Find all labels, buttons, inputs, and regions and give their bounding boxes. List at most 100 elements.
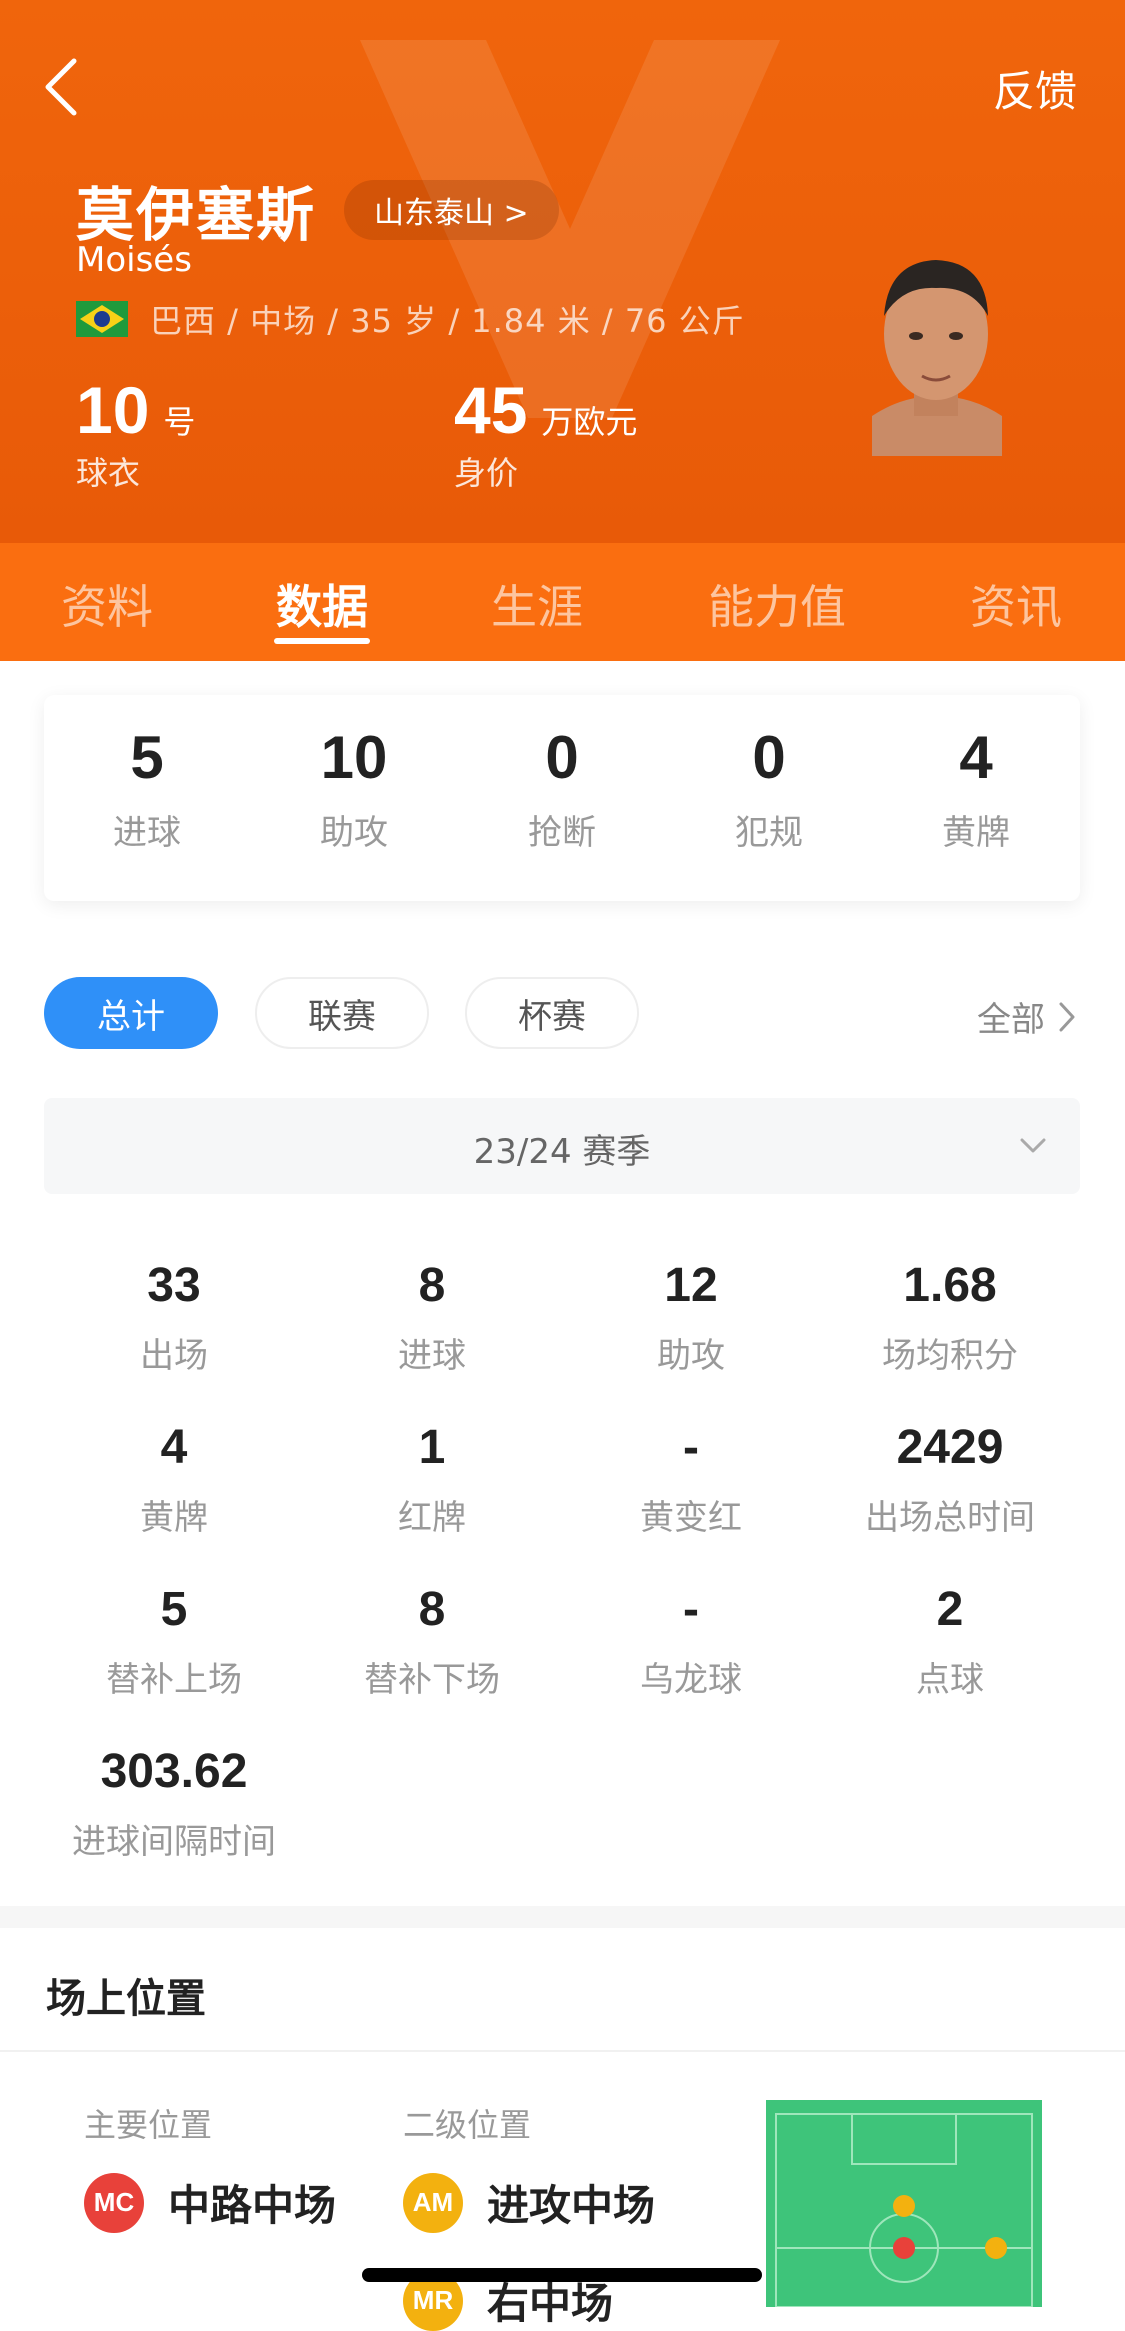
chevron-down-icon [1020, 1138, 1046, 1153]
stat-label: 进球 [398, 1336, 466, 1376]
market-value: 45 万欧元 [454, 372, 637, 448]
stat-penalties: 2 点球 [820, 1582, 1080, 1701]
tab-profile[interactable]: 资料 [61, 571, 153, 637]
stat-yellow-cards: 4 黄牌 [44, 1420, 304, 1539]
club-link[interactable]: 山东泰山 > [344, 180, 559, 240]
market-value-caption: 身价 [454, 454, 519, 492]
filter-total[interactable]: 总计 [44, 977, 218, 1049]
summary-label: 助攻 [320, 813, 388, 853]
jersey-number-value: 10 [76, 373, 150, 447]
tab-bar: 资料 数据 生涯 能力值 资讯 [0, 543, 1125, 661]
stat-value: 2 [936, 1583, 964, 1636]
jersey-caption: 球衣 [76, 454, 141, 492]
stat-value: 12 [664, 1259, 718, 1312]
stat-label: 黄变红 [640, 1498, 742, 1538]
summary-label: 抢断 [528, 813, 596, 853]
summary-card: 5 进球 10 助攻 0 抢断 0 犯规 4 黄牌 [44, 695, 1080, 901]
player-header: 反馈 莫伊塞斯 山东泰山 > Moisés 巴西 / 中场 / 35 岁 / 1… [0, 0, 1125, 543]
all-label: 全部 [977, 1000, 1045, 1040]
summary-label: 进球 [113, 813, 181, 853]
summary-label: 犯规 [735, 813, 803, 853]
stat-label: 场均积分 [882, 1336, 1018, 1376]
stat-value: - [683, 1583, 699, 1636]
back-button[interactable] [30, 52, 90, 122]
secondary-position-header: 二级位置 [403, 2106, 532, 2144]
stat-value: 2429 [896, 1421, 1004, 1474]
filter-cup[interactable]: 杯赛 [465, 977, 639, 1049]
position-badge: MC [84, 2172, 144, 2233]
stat-label: 出场总时间 [865, 1498, 1035, 1538]
summary-value: 4 [959, 724, 993, 791]
position-dot-mr [985, 2237, 1007, 2259]
stat-own-goals: - 乌龙球 [561, 1582, 821, 1701]
stat-second-yellow: - 黄变红 [561, 1420, 821, 1539]
secondary-position-am: AM 进攻中场 [403, 2172, 655, 2233]
player-bio: 巴西 / 中场 / 35 岁 / 1.84 米 / 76 公斤 [76, 296, 745, 342]
stat-label: 乌龙球 [640, 1660, 742, 1700]
summary-fouls: 0 犯规 [689, 723, 849, 854]
summary-goals: 5 进球 [67, 723, 227, 854]
tab-news[interactable]: 资讯 [970, 571, 1062, 637]
feedback-button[interactable]: 反馈 [993, 58, 1077, 119]
brazil-flag-icon [76, 301, 128, 337]
stat-label: 进球间隔时间 [72, 1822, 276, 1862]
tab-career[interactable]: 生涯 [491, 571, 583, 637]
stat-sub-on: 5 替补上场 [44, 1582, 304, 1701]
position-name: 中路中场 [168, 2181, 337, 2230]
divider [0, 2050, 1125, 2052]
tab-data[interactable]: 数据 [276, 571, 368, 637]
position-badge: AM [403, 2172, 463, 2233]
stat-minutes-per-goal: 303.62 进球间隔时间 [44, 1744, 304, 1863]
filter-league[interactable]: 联赛 [255, 977, 429, 1049]
stat-assists: 12 助攻 [561, 1258, 821, 1377]
section-separator [0, 1906, 1125, 1928]
position-dot-mc [893, 2237, 915, 2259]
summary-value: 5 [130, 724, 164, 791]
stat-value: 33 [147, 1259, 201, 1312]
stat-value: 8 [418, 1583, 446, 1636]
active-tab-indicator [274, 638, 370, 644]
stat-value: - [683, 1421, 699, 1474]
primary-position-header: 主要位置 [84, 2106, 213, 2144]
stat-appearances: 33 出场 [44, 1258, 304, 1377]
season-dropdown[interactable]: 23/24 赛季 [44, 1098, 1080, 1194]
summary-value: 0 [545, 724, 579, 791]
summary-value: 0 [752, 724, 786, 791]
stat-value: 5 [160, 1583, 188, 1636]
stat-label: 助攻 [657, 1336, 725, 1376]
position-name: 进攻中场 [487, 2181, 656, 2230]
stat-value: 1.68 [903, 1259, 997, 1312]
stat-label: 黄牌 [140, 1498, 208, 1538]
stat-value: 303.62 [100, 1745, 248, 1798]
bio-text: 巴西 / 中场 / 35 岁 / 1.84 米 / 76 公斤 [150, 302, 745, 340]
summary-value: 10 [320, 724, 388, 791]
market-value-unit: 万欧元 [541, 403, 638, 441]
stat-value: 1 [418, 1421, 446, 1474]
positions-section-title: 场上位置 [46, 1976, 206, 2022]
tab-ability[interactable]: 能力值 [708, 571, 846, 637]
player-latin-name: Moisés [76, 240, 192, 280]
stat-label: 替补上场 [106, 1660, 242, 1700]
jersey-number: 10 号 [76, 372, 195, 448]
primary-position-mc: MC 中路中场 [84, 2172, 336, 2233]
player-photo [872, 260, 1002, 456]
home-indicator [362, 2268, 762, 2282]
season-value: 23/24 赛季 [473, 1132, 651, 1172]
stat-minutes-played: 2429 出场总时间 [820, 1420, 1080, 1539]
stat-value: 4 [160, 1421, 188, 1474]
stat-sub-off: 8 替补下场 [302, 1582, 562, 1701]
all-competitions-link[interactable]: 全部 [977, 992, 1081, 1041]
stat-label: 替补下场 [364, 1660, 500, 1700]
position-pitch-diagram [766, 2100, 1042, 2307]
stat-value: 8 [418, 1259, 446, 1312]
stat-points-per-game: 1.68 场均积分 [820, 1258, 1080, 1377]
position-dot-am [893, 2195, 915, 2217]
stat-label: 点球 [916, 1660, 984, 1700]
summary-yellow-cards: 4 黄牌 [896, 723, 1056, 854]
stat-label: 出场 [140, 1336, 208, 1376]
stat-label: 红牌 [398, 1498, 466, 1538]
summary-tackles: 0 抢断 [482, 723, 642, 854]
stat-red-cards: 1 红牌 [302, 1420, 562, 1539]
summary-assists: 10 助攻 [274, 723, 434, 854]
chevron-right-icon [1059, 1002, 1075, 1031]
